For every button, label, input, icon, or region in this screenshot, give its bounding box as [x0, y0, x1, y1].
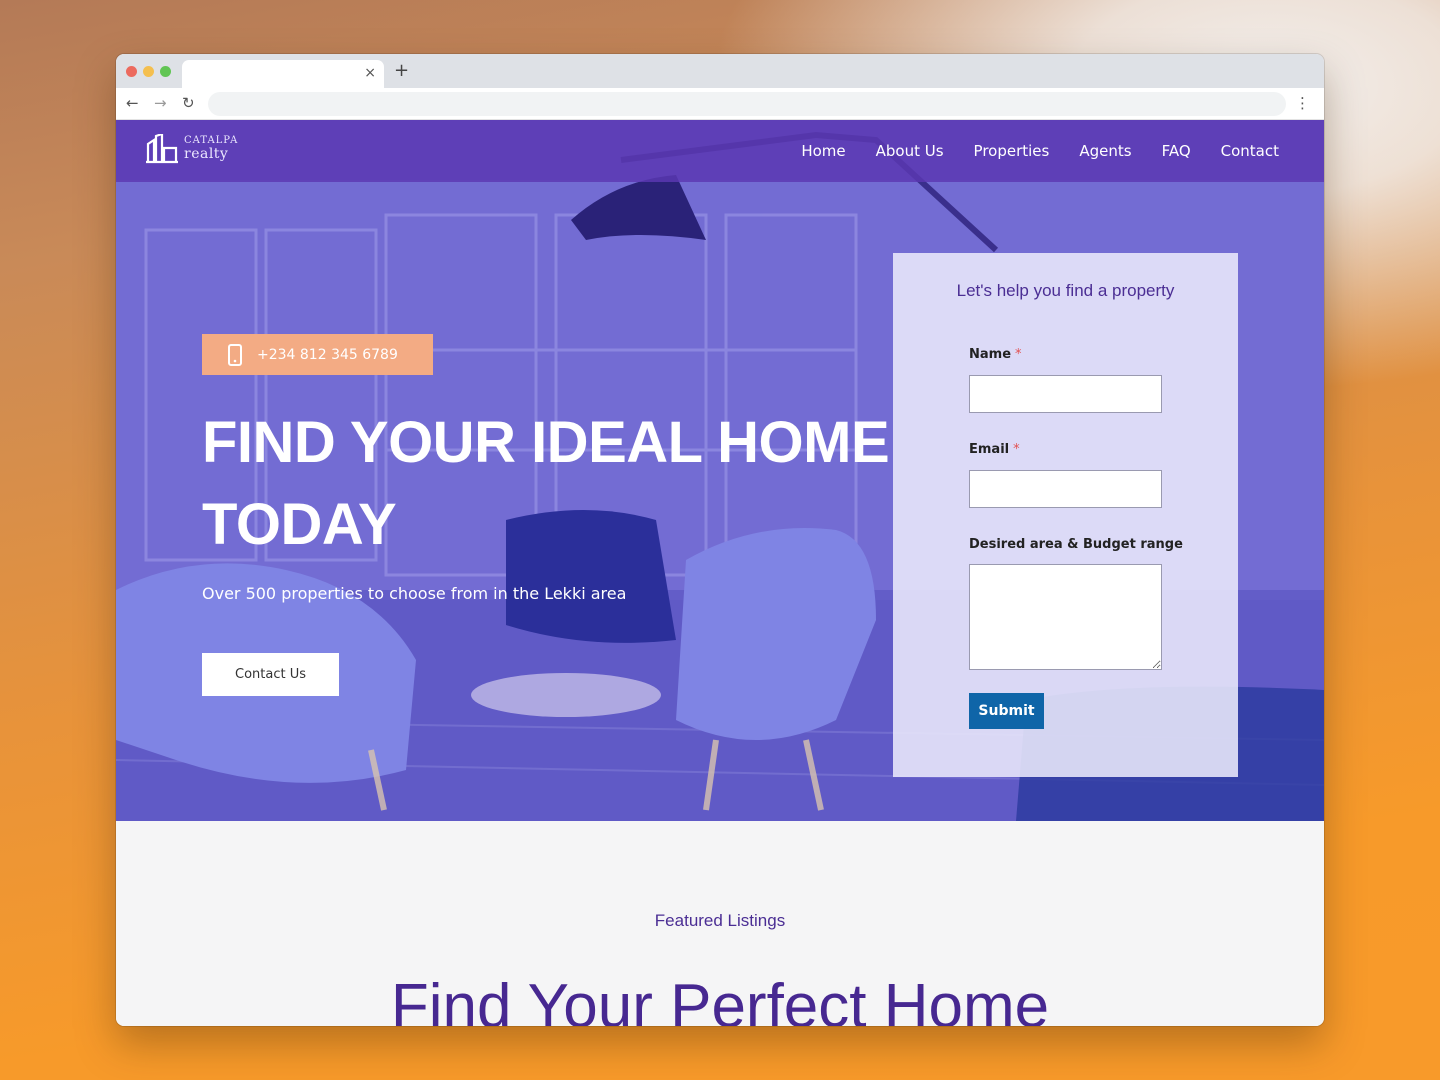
- submit-button[interactable]: Submit: [969, 693, 1044, 729]
- nav-link-about-us[interactable]: About Us: [876, 142, 944, 160]
- tab-bar: × +: [116, 54, 1324, 88]
- hero-section: CATALPA realty Home About Us Properties …: [116, 120, 1324, 821]
- back-arrow-icon[interactable]: ←: [126, 94, 139, 112]
- maximize-window-dot[interactable]: [160, 66, 171, 77]
- phone-badge[interactable]: +234 812 345 6789: [202, 334, 433, 375]
- form-title: Let's help you find a property: [956, 281, 1175, 300]
- property-inquiry-form: Let's help you find a property Name * Ema…: [893, 253, 1238, 777]
- tab-close-icon[interactable]: ×: [364, 65, 376, 81]
- required-asterisk: *: [1015, 347, 1022, 362]
- reload-icon[interactable]: ↻: [182, 94, 195, 112]
- catalpa-logo[interactable]: CATALPA realty: [146, 132, 239, 168]
- phone-number: +234 812 345 6789: [257, 346, 398, 363]
- name-label: Name *: [969, 347, 1022, 362]
- mobile-phone-icon: [228, 343, 242, 366]
- email-field[interactable]: [969, 470, 1162, 508]
- featured-listings-section: Featured Listings Find Your Perfect Home: [116, 821, 1324, 1026]
- address-bar[interactable]: [208, 92, 1286, 116]
- name-field[interactable]: [969, 375, 1162, 413]
- nav-link-contact[interactable]: Contact: [1221, 142, 1279, 160]
- contact-us-button[interactable]: Contact Us: [202, 653, 339, 696]
- logo-line-2: realty: [184, 146, 229, 162]
- nav-link-home[interactable]: Home: [801, 142, 845, 160]
- area-budget-textarea[interactable]: [969, 564, 1162, 670]
- browser-menu-icon[interactable]: ⋮: [1295, 94, 1310, 112]
- hero-title-line-1: FIND YOUR IDEAL HOME: [202, 410, 890, 475]
- logo-wordmark: CATALPA realty: [184, 135, 239, 162]
- hero-title: FIND YOUR IDEAL HOME TODAY: [202, 402, 902, 566]
- required-asterisk: *: [1013, 442, 1020, 457]
- nav-link-properties[interactable]: Properties: [974, 142, 1050, 160]
- site-navbar: CATALPA realty Home About Us Properties …: [116, 120, 1324, 182]
- nav-link-agents[interactable]: Agents: [1079, 142, 1131, 160]
- browser-toolbar: ← → ↻ ⋮: [116, 88, 1324, 120]
- email-label-text: Email: [969, 442, 1010, 457]
- area-budget-label: Desired area & Budget range: [969, 537, 1183, 552]
- browser-tab[interactable]: ×: [182, 60, 384, 88]
- forward-arrow-icon[interactable]: →: [154, 94, 167, 112]
- name-label-text: Name: [969, 347, 1012, 362]
- featured-heading: Find Your Perfect Home: [390, 972, 1050, 1026]
- featured-listings-label: Featured Listings: [654, 911, 786, 930]
- main-nav: Home About Us Properties Agents FAQ Cont…: [801, 142, 1279, 160]
- building-icon: [146, 132, 178, 164]
- browser-window: × + ← → ↻ ⋮ CATALPA realty Home About Us…: [116, 54, 1324, 1026]
- new-tab-icon[interactable]: +: [394, 61, 409, 81]
- logo-line-1: CATALPA: [184, 135, 239, 146]
- hero-subtitle: Over 500 properties to choose from in th…: [202, 584, 627, 603]
- hero-title-line-2: TODAY: [202, 492, 397, 557]
- close-window-dot[interactable]: [126, 66, 137, 77]
- minimize-window-dot[interactable]: [143, 66, 154, 77]
- email-label: Email *: [969, 442, 1020, 457]
- nav-link-faq[interactable]: FAQ: [1162, 142, 1191, 160]
